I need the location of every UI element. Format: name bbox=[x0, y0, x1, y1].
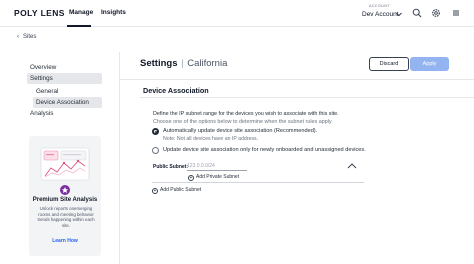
chevron-up-icon[interactable] bbox=[346, 162, 358, 170]
header-divider bbox=[120, 79, 474, 80]
option-new-devices-label[interactable]: Update device site association only for … bbox=[163, 147, 366, 153]
menu-icon[interactable] bbox=[451, 8, 461, 18]
account-selector[interactable]: Dev Account bbox=[362, 11, 399, 18]
subnet-divider bbox=[152, 182, 364, 183]
promo-description: Unlock reports onemerging rooms and meet… bbox=[37, 206, 95, 228]
plus-circle-icon: + bbox=[152, 188, 158, 194]
page-title-site: California bbox=[187, 58, 228, 69]
sidebar-item-settings[interactable]: Settings bbox=[27, 73, 102, 84]
intro-hint: Choose one of the options below to deter… bbox=[153, 119, 333, 125]
tab-manage[interactable]: Manage bbox=[69, 9, 93, 16]
premium-badge-icon bbox=[60, 185, 70, 195]
apply-button[interactable]: Apply bbox=[410, 57, 449, 71]
option-auto-update-note: Note: Not all devices have an IP address… bbox=[163, 136, 259, 142]
tab-insights[interactable]: Insights bbox=[101, 9, 126, 16]
radio-new-devices-only[interactable] bbox=[152, 147, 159, 154]
chevron-down-icon[interactable] bbox=[395, 10, 403, 18]
title-separator: | bbox=[178, 58, 187, 69]
gear-icon[interactable] bbox=[431, 8, 441, 18]
breadcrumb-sites-link[interactable]: Sites bbox=[23, 34, 36, 40]
radio-auto-update[interactable] bbox=[152, 128, 159, 135]
chevron-left-icon: ‹ bbox=[17, 34, 19, 40]
public-subnet-label: Public Subnet: bbox=[153, 164, 188, 170]
section-title: Device Association bbox=[143, 86, 209, 95]
learn-how-link[interactable]: Learn How bbox=[29, 238, 101, 244]
page-title-settings: Settings bbox=[140, 58, 178, 69]
section-divider bbox=[140, 97, 474, 98]
add-public-subnet-label: Add Public Subnet bbox=[160, 187, 202, 193]
brand-logo[interactable]: POLY LENS bbox=[14, 8, 65, 18]
sidebar-item-general[interactable]: General bbox=[36, 86, 58, 97]
public-subnet-input[interactable] bbox=[187, 162, 247, 171]
sidebar-item-analysis[interactable]: Analysis bbox=[30, 108, 53, 119]
plus-circle-icon: + bbox=[188, 175, 194, 181]
account-label: ACCOUNT bbox=[369, 4, 390, 8]
sidebar-item-overview[interactable]: Overview bbox=[30, 62, 56, 73]
page-title: Settings | California bbox=[140, 58, 227, 69]
analytics-illustration-icon bbox=[40, 147, 90, 181]
add-public-subnet-button[interactable]: + Add Public Subnet bbox=[152, 187, 201, 194]
discard-button[interactable]: Discard bbox=[369, 57, 409, 71]
add-private-subnet-label: Add Private Subnet bbox=[196, 174, 240, 180]
breadcrumb[interactable]: ‹ Sites bbox=[17, 34, 36, 40]
sidebar-divider bbox=[119, 52, 120, 264]
promo-title: Premium Site Analysis bbox=[32, 197, 98, 203]
active-tab-indicator bbox=[67, 25, 91, 27]
intro-text: Define the IP subnet range for the devic… bbox=[153, 111, 339, 117]
option-auto-update-label[interactable]: Automatically update device site associa… bbox=[163, 128, 317, 134]
add-private-subnet-button[interactable]: + Add Private Subnet bbox=[188, 174, 239, 181]
sidebar-item-device-association[interactable]: Device Association bbox=[33, 97, 102, 108]
top-bar: POLY LENS Manage Insights ACCOUNT Dev Ac… bbox=[0, 0, 474, 27]
search-icon[interactable] bbox=[412, 8, 422, 18]
